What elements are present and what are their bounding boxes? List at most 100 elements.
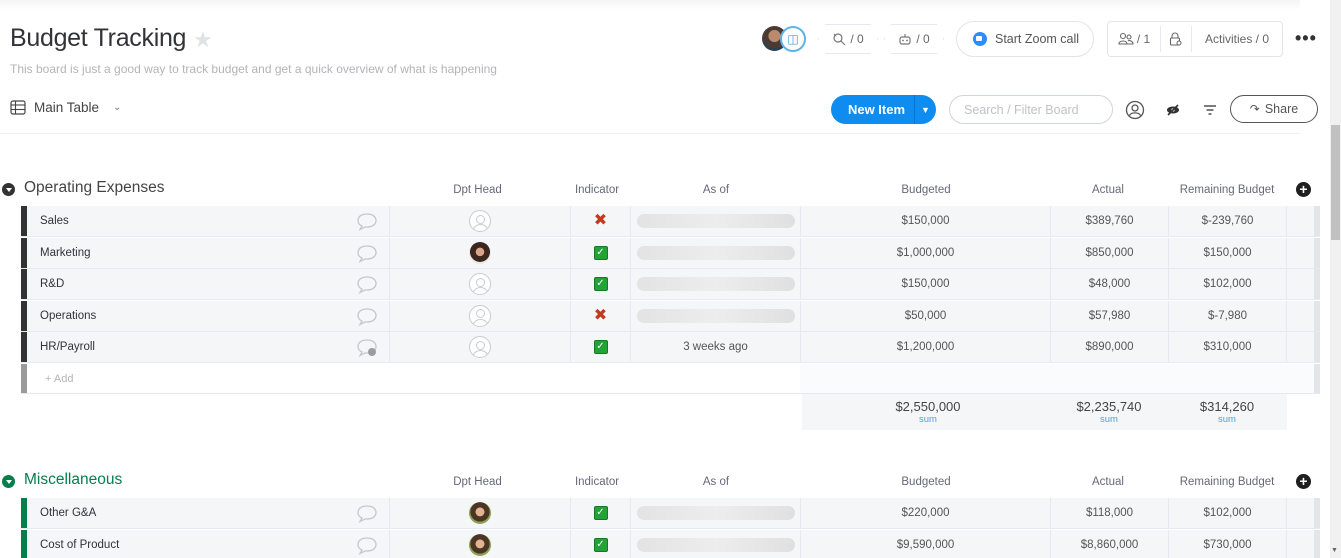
- budgeted-cell[interactable]: $150,000: [800, 206, 1050, 236]
- members-button[interactable]: / 1: [1108, 22, 1160, 56]
- dpt-head-cell[interactable]: [389, 498, 570, 528]
- check-icon[interactable]: ✓: [593, 506, 608, 520]
- table-row[interactable]: Sales ✖ $150,000 $389,760 $-239,760: [21, 206, 1320, 237]
- dpt-head-cell[interactable]: [389, 300, 570, 331]
- updates-bubble-icon[interactable]: [356, 244, 378, 263]
- column-header-remaining-budget[interactable]: Remaining Budget: [1170, 476, 1284, 488]
- indicator-cell[interactable]: ✓: [570, 237, 630, 268]
- chevron-down-icon[interactable]: ▼: [914, 95, 936, 124]
- indicator-cell[interactable]: ✓: [570, 269, 630, 299]
- remaining-budget-cell[interactable]: $102,000: [1168, 269, 1286, 299]
- indicator-cell[interactable]: ✖: [570, 300, 630, 331]
- add-column-icon[interactable]: +: [1296, 474, 1311, 489]
- actual-cell[interactable]: $118,000: [1050, 498, 1168, 528]
- view-selector[interactable]: Main Table ⌄: [10, 100, 121, 115]
- as-of-cell[interactable]: 3 weeks ago: [630, 332, 800, 362]
- as-of-cell[interactable]: [630, 206, 800, 236]
- remaining-budget-cell[interactable]: $150,000: [1168, 237, 1286, 268]
- column-header-remaining-budget[interactable]: Remaining Budget: [1170, 184, 1284, 196]
- budgeted-cell[interactable]: $1,200,000: [800, 332, 1050, 362]
- budgeted-cell[interactable]: $50,000: [800, 300, 1050, 331]
- dpt-head-cell[interactable]: [389, 269, 570, 299]
- column-header-dpt-head[interactable]: Dpt Head: [440, 184, 515, 196]
- budgeted-cell[interactable]: $9,590,000: [800, 529, 1050, 558]
- item-name[interactable]: HR/Payroll: [40, 341, 95, 353]
- table-row[interactable]: R&D ✓ $150,000 $48,000 $102,000: [21, 269, 1320, 300]
- updates-bubble-icon[interactable]: [356, 307, 378, 326]
- owner-avatar[interactable]: [469, 241, 491, 264]
- empty-person-icon[interactable]: [469, 273, 491, 295]
- as-of-cell[interactable]: [630, 269, 800, 299]
- column-header-as-of[interactable]: As of: [680, 476, 752, 488]
- updates-bubble-icon[interactable]: [356, 275, 378, 294]
- cross-icon[interactable]: ✖: [594, 307, 607, 324]
- column-header-indicator[interactable]: Indicator: [567, 184, 627, 196]
- dpt-head-cell[interactable]: [389, 529, 570, 558]
- updates-bubble-icon[interactable]: [356, 212, 378, 231]
- collapse-group-icon[interactable]: [2, 475, 15, 488]
- updates-bubble-icon[interactable]: [356, 504, 378, 523]
- as-of-cell[interactable]: [630, 300, 800, 331]
- check-icon[interactable]: ✓: [593, 340, 608, 354]
- permissions-button[interactable]: [1161, 22, 1191, 56]
- column-header-budgeted[interactable]: Budgeted: [880, 476, 972, 488]
- check-icon[interactable]: ✓: [593, 245, 608, 260]
- hide-columns-icon[interactable]: [1162, 99, 1184, 121]
- scroll-down-arrow-icon[interactable]: ▼: [1331, 547, 1338, 554]
- share-button[interactable]: ↷ Share: [1230, 95, 1318, 123]
- check-icon[interactable]: ✓: [593, 277, 608, 291]
- add-item-label[interactable]: + Add: [45, 373, 73, 385]
- actual-cell[interactable]: $890,000: [1050, 332, 1168, 362]
- remaining-budget-cell[interactable]: $310,000: [1168, 332, 1286, 362]
- table-row[interactable]: HR/Payroll ✓ 3 weeks ago $1,200,000 $890,000…: [21, 332, 1320, 363]
- automations-button[interactable]: / 0: [884, 24, 944, 54]
- owner-avatar[interactable]: [469, 533, 491, 556]
- column-header-as-of[interactable]: As of: [680, 184, 752, 196]
- board-subscribers[interactable]: ◫: [762, 26, 808, 52]
- as-of-cell[interactable]: [630, 529, 800, 558]
- empty-person-icon[interactable]: [469, 336, 491, 358]
- remaining-budget-cell[interactable]: $730,000: [1168, 529, 1286, 558]
- budgeted-cell[interactable]: $1,000,000: [800, 237, 1050, 268]
- empty-person-icon[interactable]: [469, 304, 491, 327]
- actual-cell[interactable]: $48,000: [1050, 269, 1168, 299]
- search-filter-input[interactable]: [949, 95, 1113, 124]
- group-title[interactable]: Miscellaneous: [24, 471, 122, 489]
- column-header-actual[interactable]: Actual: [1070, 184, 1146, 196]
- updates-bubble-icon[interactable]: [356, 536, 378, 555]
- budgeted-cell[interactable]: $220,000: [800, 498, 1050, 528]
- remaining-budget-cell[interactable]: $-7,980: [1168, 300, 1286, 331]
- actual-cell[interactable]: $850,000: [1050, 237, 1168, 268]
- activities-button[interactable]: Activities / 0: [1192, 22, 1282, 56]
- indicator-cell[interactable]: ✓: [570, 498, 630, 528]
- dpt-head-cell[interactable]: [389, 237, 570, 268]
- invite-guest-icon[interactable]: ◫: [780, 26, 806, 52]
- column-header-indicator[interactable]: Indicator: [567, 476, 627, 488]
- remaining-budget-cell[interactable]: $102,000: [1168, 498, 1286, 528]
- add-column-icon[interactable]: +: [1296, 182, 1311, 197]
- filter-icon[interactable]: [1199, 99, 1221, 121]
- check-icon[interactable]: ✓: [593, 537, 608, 552]
- cross-icon[interactable]: ✖: [594, 213, 607, 229]
- as-of-cell[interactable]: [630, 498, 800, 528]
- item-name[interactable]: Operations: [40, 310, 96, 322]
- dpt-head-cell[interactable]: [389, 206, 570, 236]
- new-item-button[interactable]: New Item ▼: [831, 95, 936, 124]
- item-name[interactable]: Sales: [40, 215, 69, 227]
- as-of-cell[interactable]: [630, 237, 800, 268]
- board-title[interactable]: Budget Tracking: [10, 24, 186, 53]
- table-row[interactable]: Marketing ✓ $1,000,000 $850,000 $150,000: [21, 237, 1320, 269]
- more-options-icon[interactable]: •••: [1295, 28, 1317, 49]
- scrollbar-thumb[interactable]: [1331, 125, 1340, 240]
- indicator-cell[interactable]: ✓: [570, 529, 630, 558]
- table-row[interactable]: Other G&A ✓ $220,000 $118,000 $102,000: [21, 498, 1320, 529]
- table-row[interactable]: Cost of Product ✓ $9,590,000 $8,860,000 $730…: [21, 529, 1320, 558]
- column-header-dpt-head[interactable]: Dpt Head: [440, 476, 515, 488]
- item-name[interactable]: R&D: [40, 278, 64, 290]
- owner-avatar[interactable]: [469, 502, 491, 524]
- remaining-budget-cell[interactable]: $-239,760: [1168, 206, 1286, 236]
- column-header-actual[interactable]: Actual: [1070, 476, 1146, 488]
- item-name[interactable]: Cost of Product: [40, 539, 119, 551]
- budgeted-cell[interactable]: $150,000: [800, 269, 1050, 299]
- item-name[interactable]: Marketing: [40, 247, 91, 259]
